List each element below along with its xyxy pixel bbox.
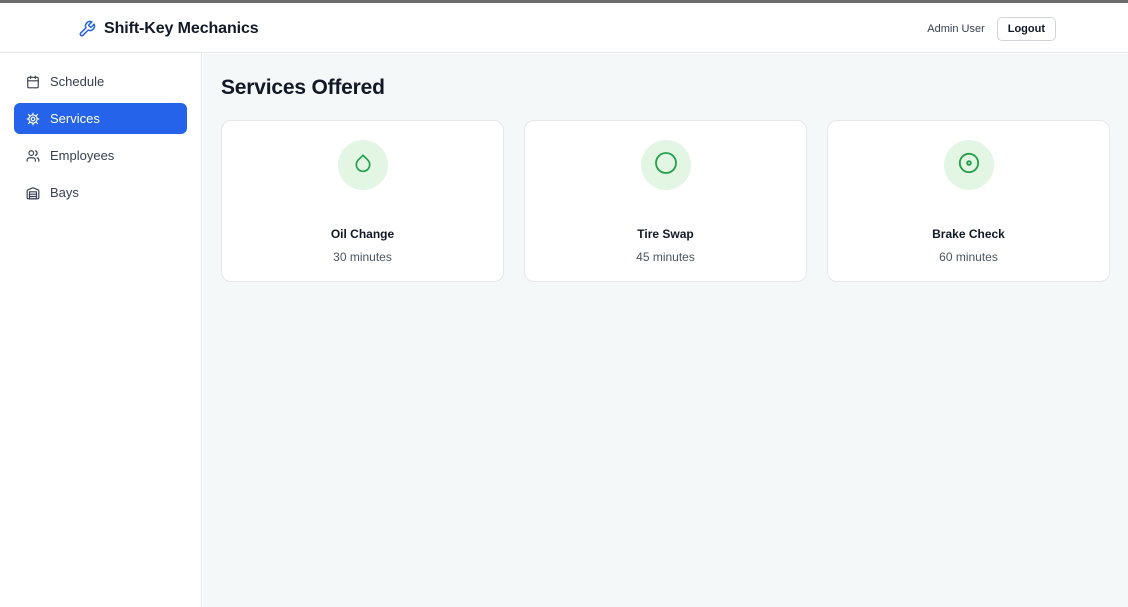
disc-icon <box>958 152 980 179</box>
sidebar-item-services[interactable]: Services <box>14 103 187 134</box>
users-icon <box>26 149 40 163</box>
service-card-oil-change[interactable]: Oil Change 30 minutes <box>221 120 504 282</box>
service-name: Oil Change <box>330 227 395 241</box>
wrench-icon <box>78 20 96 38</box>
sidebar-item-label: Schedule <box>50 74 105 89</box>
service-icon-badge <box>943 140 994 190</box>
gear-icon <box>26 112 40 126</box>
logout-button[interactable]: Logout <box>996 17 1056 41</box>
sidebar-item-bays[interactable]: Bays <box>14 177 187 208</box>
sidebar-item-label: Employees <box>50 148 115 163</box>
service-icon-badge <box>337 140 388 190</box>
sidebar-item-label: Services <box>50 111 100 126</box>
droplet-icon <box>353 153 373 178</box>
circle-icon <box>654 151 678 180</box>
sidebar-item-schedule[interactable]: Schedule <box>14 66 187 97</box>
top-header: Shift-Key Mechanics Admin User Logout <box>0 3 1128 53</box>
service-duration: 60 minutes <box>939 250 998 264</box>
main-content: Services Offered Oil Change 30 minutes T… <box>203 54 1128 607</box>
service-name: Tire Swap <box>637 227 694 241</box>
service-duration: 30 minutes <box>333 250 392 264</box>
sidebar-item-label: Bays <box>50 185 79 200</box>
services-grid: Oil Change 30 minutes Tire Swap 45 minut… <box>221 120 1110 282</box>
service-duration: 45 minutes <box>636 250 695 264</box>
service-icon-badge <box>640 140 691 190</box>
page-title: Services Offered <box>221 76 385 99</box>
calendar-icon <box>26 75 40 89</box>
service-card-tire-swap[interactable]: Tire Swap 45 minutes <box>524 120 807 282</box>
brand[interactable]: Shift-Key Mechanics <box>78 17 259 41</box>
user-area: Admin User Logout <box>927 17 1056 41</box>
service-card-brake-check[interactable]: Brake Check 60 minutes <box>827 120 1110 282</box>
user-name: Admin User <box>927 23 985 35</box>
brand-name: Shift-Key Mechanics <box>104 20 259 37</box>
warehouse-icon <box>26 186 40 200</box>
service-name: Brake Check <box>932 227 1005 241</box>
sidebar-item-employees[interactable]: Employees <box>14 140 187 171</box>
sidebar: Schedule Services Employees Bays <box>0 54 202 607</box>
